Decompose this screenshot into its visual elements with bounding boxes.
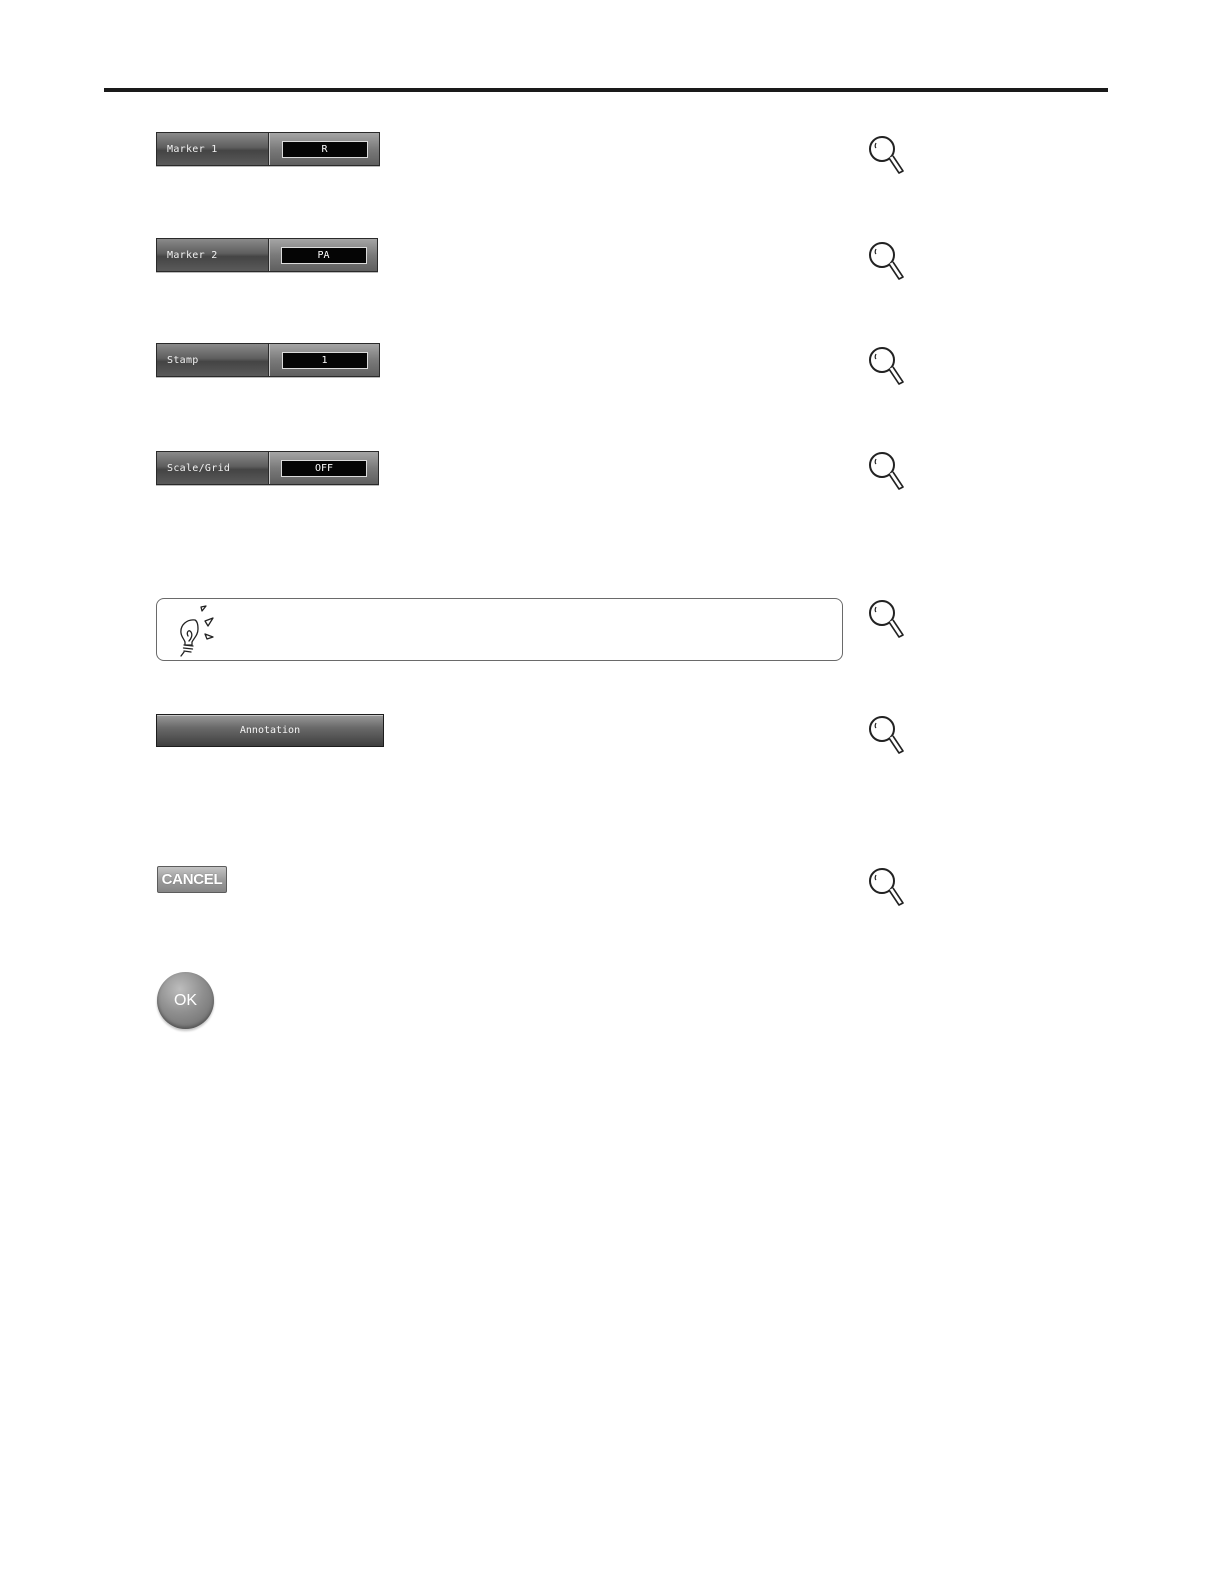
marker2-value-area[interactable]: PA [269,239,377,271]
stamp-value-area[interactable]: 1 [269,344,379,376]
marker1-label: Marker 1 [157,133,269,165]
stamp-label: Stamp [157,344,269,376]
lightbulb-icon [180,605,214,657]
marker2-value: PA [280,246,367,264]
magnifier-icon[interactable] [866,345,906,387]
scale-grid-setting[interactable]: Scale/Grid OFF [156,451,379,485]
scale-grid-value-area[interactable]: OFF [269,452,378,484]
marker1-setting[interactable]: Marker 1 R [156,132,380,166]
tip-box [156,598,843,661]
magnifier-icon[interactable] [866,598,906,640]
magnifier-icon[interactable] [866,866,906,908]
marker2-label: Marker 2 [157,239,269,271]
magnifier-icon[interactable] [866,450,906,492]
cancel-button[interactable]: CANCEL [157,866,227,893]
scale-grid-value: OFF [281,459,367,477]
marker1-value-area[interactable]: R [269,133,379,165]
ok-button[interactable]: OK [157,972,214,1029]
scale-grid-label: Scale/Grid [157,452,269,484]
header-rule [104,88,1108,92]
annotation-button[interactable]: Annotation [156,714,384,747]
magnifier-icon[interactable] [866,134,906,176]
stamp-value: 1 [281,351,368,369]
marker2-setting[interactable]: Marker 2 PA [156,238,378,272]
stamp-setting[interactable]: Stamp 1 [156,343,380,377]
magnifier-icon[interactable] [866,714,906,756]
marker1-value: R [281,140,368,158]
magnifier-icon[interactable] [866,240,906,282]
